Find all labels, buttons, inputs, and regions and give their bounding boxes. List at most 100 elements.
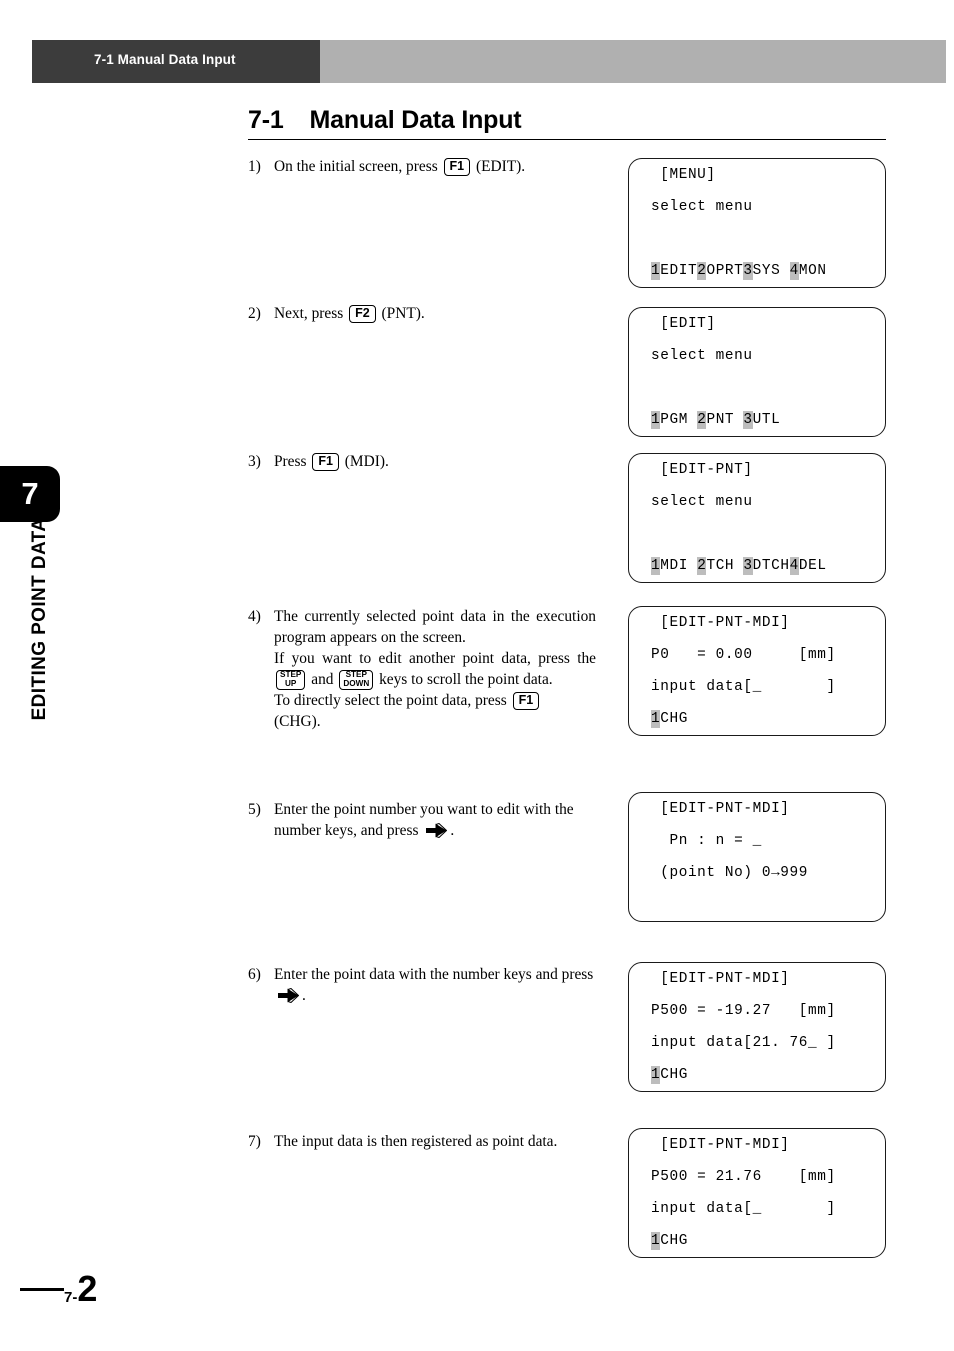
lcd-softkey-number[interactable]: 4 bbox=[789, 262, 799, 280]
lcd-text: DEL bbox=[798, 558, 827, 574]
lcd-text: [EDIT-PNT-MDI] bbox=[651, 615, 790, 631]
step-4-text-a: If you want to edit another point data, … bbox=[274, 650, 596, 667]
lcd-softkey-number[interactable]: 1 bbox=[651, 1066, 661, 1084]
lcd-row: P0 = 0.00 [mm] bbox=[629, 639, 885, 671]
page-number-prefix: 7- bbox=[64, 1289, 78, 1306]
lcd-row: 1PGM 2PNT 3UTL bbox=[629, 404, 885, 436]
page-title-text: Manual Data Input bbox=[309, 106, 522, 134]
lcd-row: 1CHG bbox=[629, 703, 885, 735]
step-5-text-b: . bbox=[450, 822, 455, 839]
lcd-row: 1CHG bbox=[629, 1059, 885, 1091]
step-4-text-b: and bbox=[307, 671, 338, 688]
page-title: 7-1 Manual Data Input bbox=[248, 106, 886, 139]
lcd-panel-edit-pnt-mdi-pointno-screen: [EDIT-PNT-MDI] Pn : n = _ (point No) 0→9… bbox=[628, 792, 886, 922]
running-header-gray-block bbox=[320, 40, 946, 83]
lcd-row: [EDIT-PNT-MDI] bbox=[629, 607, 885, 639]
lcd-softkey-number[interactable]: 1 bbox=[651, 411, 661, 429]
step-1: 1) On the initial screen, press F1 (EDIT… bbox=[248, 156, 596, 177]
enter-arrow-icon bbox=[277, 987, 300, 1004]
lcd-row: [EDIT] bbox=[629, 308, 885, 340]
lcd-text: CHG bbox=[660, 1233, 688, 1249]
lcd-text: P500 = -19.27 [mm] bbox=[651, 1003, 836, 1019]
lcd-text: [EDIT] bbox=[651, 316, 716, 332]
step-6-text-b: . bbox=[302, 987, 306, 1004]
page-title-block: 7-1 Manual Data Input bbox=[248, 106, 886, 140]
lcd-row bbox=[629, 223, 885, 255]
lcd-text: MDI bbox=[660, 558, 698, 574]
step-6: 6) Enter the point data with the number … bbox=[248, 964, 596, 1006]
lcd-softkey-number[interactable]: 4 bbox=[789, 557, 799, 575]
lcd-text: input data[21. 76_ ] bbox=[651, 1035, 836, 1051]
lcd-row: 1MDI 2TCH 3DTCH4DEL bbox=[629, 550, 885, 582]
lcd-text: EDIT bbox=[660, 263, 698, 279]
page-number-value: 2 bbox=[77, 1268, 98, 1309]
lcd-row bbox=[629, 518, 885, 550]
step-2-text-b: (PNT). bbox=[377, 305, 425, 322]
lcd-panel-menu-screen: [MENU] select menu 1EDIT2OPRT3SYS 4MON bbox=[628, 158, 886, 288]
key-step-up: STEP UP bbox=[276, 670, 306, 690]
step-2-text: Next, press F2 (PNT). bbox=[274, 303, 596, 324]
lcd-row: P500 = 21.76 [mm] bbox=[629, 1161, 885, 1193]
step-5-body: Enter the point number you want to edit … bbox=[274, 799, 596, 841]
lcd-panel-edit-pnt-mdi-p500-registered-screen: [EDIT-PNT-MDI] P500 = 21.76 [mm] input dat… bbox=[628, 1128, 886, 1258]
lcd-row: input data[21. 76_ ] bbox=[629, 1027, 885, 1059]
step-4-body: The currently selected point data in the… bbox=[274, 606, 596, 732]
key-f1: F1 bbox=[443, 158, 471, 176]
lcd-softkey-number[interactable]: 3 bbox=[743, 411, 753, 429]
lcd-softkey-number[interactable]: 1 bbox=[651, 710, 661, 728]
lcd-text: select menu bbox=[651, 494, 753, 510]
lcd-panel-edit-screen: [EDIT] select menu 1PGM 2PNT 3UTL bbox=[628, 307, 886, 437]
lcd-text: TCH bbox=[706, 558, 744, 574]
lcd-text: [EDIT-PNT-MDI] bbox=[651, 971, 790, 987]
step-3-text-a: Press bbox=[274, 453, 311, 470]
step-1-text-b: (EDIT). bbox=[472, 158, 526, 175]
page-number: 7-2 bbox=[64, 1268, 97, 1310]
running-header-title: 7-1 Manual Data Input bbox=[94, 52, 236, 67]
step-7-body: The input data is then registered as poi… bbox=[274, 1131, 596, 1152]
step-6-number: 6) bbox=[248, 966, 261, 983]
step-3-number: 3) bbox=[248, 453, 261, 470]
page-title-number: 7-1 bbox=[248, 106, 284, 134]
lcd-text: PGM bbox=[660, 412, 698, 428]
lcd-text: input data[_ ] bbox=[651, 1201, 836, 1217]
step-4: 4) The currently selected point data in … bbox=[248, 606, 596, 732]
step-4-text-e: (CHG). bbox=[274, 713, 321, 730]
key-f1: F1 bbox=[512, 692, 540, 710]
lcd-text: P0 = 0.00 [mm] bbox=[651, 647, 836, 663]
lcd-row: [EDIT-PNT-MDI] bbox=[629, 1129, 885, 1161]
step-1-number: 1) bbox=[248, 158, 261, 175]
step-7-number: 7) bbox=[248, 1133, 261, 1150]
step-4-paragraph-3: To directly select the point data, press… bbox=[274, 690, 596, 732]
step-6-text: Enter the point data with the number key… bbox=[274, 964, 596, 1006]
lcd-row: [EDIT-PNT-MDI] bbox=[629, 793, 885, 825]
lcd-softkey-number[interactable]: 1 bbox=[651, 262, 661, 280]
chapter-vertical-label: EDITING POINT DATA bbox=[29, 517, 50, 721]
lcd-softkey-number[interactable]: 1 bbox=[651, 557, 661, 575]
lcd-panel-edit-pnt-screen: [EDIT-PNT] select menu 1MDI 2TCH 3DTCH4DEL bbox=[628, 453, 886, 583]
lcd-text: input data[_ ] bbox=[651, 679, 836, 695]
lcd-text: select menu bbox=[651, 348, 753, 364]
step-1-text: On the initial screen, press F1 (EDIT). bbox=[274, 156, 596, 177]
step-3-body: Press F1 (MDI). bbox=[274, 451, 596, 472]
lcd-panel-edit-pnt-mdi-p500-input-screen: [EDIT-PNT-MDI] P500 = -19.27 [mm] input da… bbox=[628, 962, 886, 1092]
step-2-number: 2) bbox=[248, 305, 261, 322]
step-3-text: Press F1 (MDI). bbox=[274, 451, 596, 472]
key-step-down-line2: DOWN bbox=[343, 679, 370, 688]
lcd-row: select menu bbox=[629, 191, 885, 223]
step-4-text-d: To directly select the point data, press bbox=[274, 692, 511, 709]
lcd-text: Pn : n = _ bbox=[651, 833, 762, 849]
lcd-softkey-number[interactable]: 3 bbox=[743, 557, 753, 575]
lcd-row: select menu bbox=[629, 486, 885, 518]
lcd-row bbox=[629, 372, 885, 404]
step-6-text-a: Enter the point data with the number key… bbox=[274, 966, 594, 983]
step-5-text-a: Enter the point number you want to edit … bbox=[274, 801, 574, 839]
step-5-text: Enter the point number you want to edit … bbox=[274, 799, 596, 841]
lcd-text: CHG bbox=[660, 711, 688, 727]
lcd-row: input data[_ ] bbox=[629, 671, 885, 703]
lcd-text: MON bbox=[798, 263, 827, 279]
lcd-softkey-number[interactable]: 1 bbox=[651, 1232, 661, 1250]
key-step-up-line2: UP bbox=[285, 679, 297, 688]
lcd-softkey-number[interactable]: 3 bbox=[743, 262, 753, 280]
lcd-text: OPRT bbox=[706, 263, 744, 279]
lcd-text: CHG bbox=[660, 1067, 688, 1083]
